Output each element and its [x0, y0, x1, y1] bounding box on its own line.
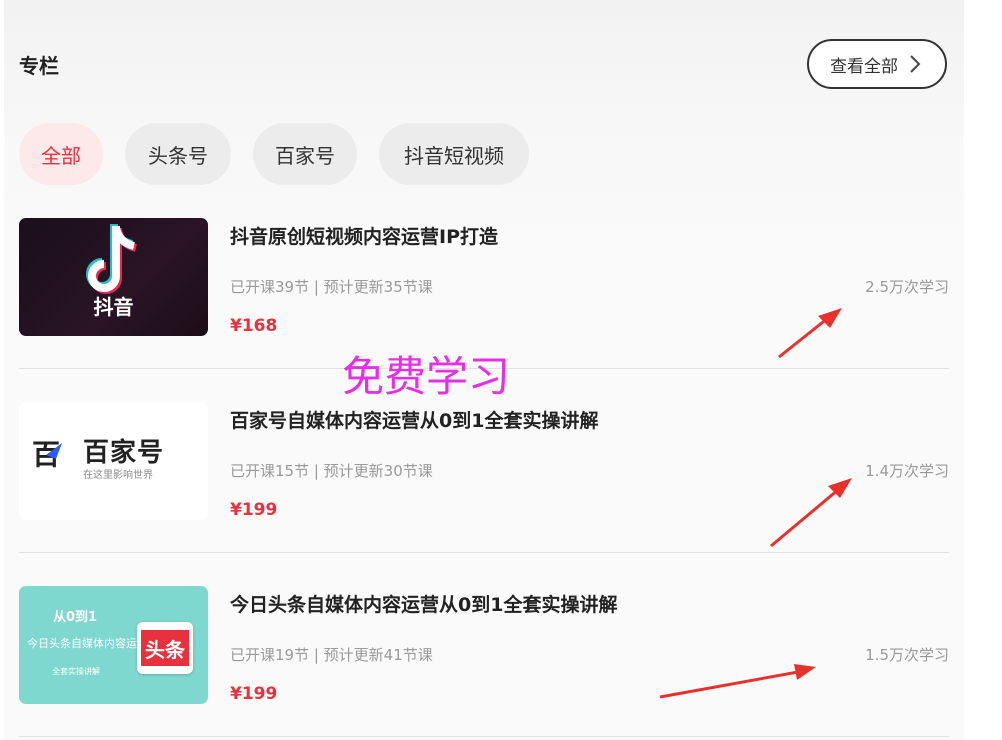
annotation-arrow-icon: [778, 308, 842, 359]
annotation-arrow-icon: [659, 664, 816, 699]
annotation-arrows: [659, 308, 852, 699]
annotation-arrow-icon: [770, 478, 852, 548]
